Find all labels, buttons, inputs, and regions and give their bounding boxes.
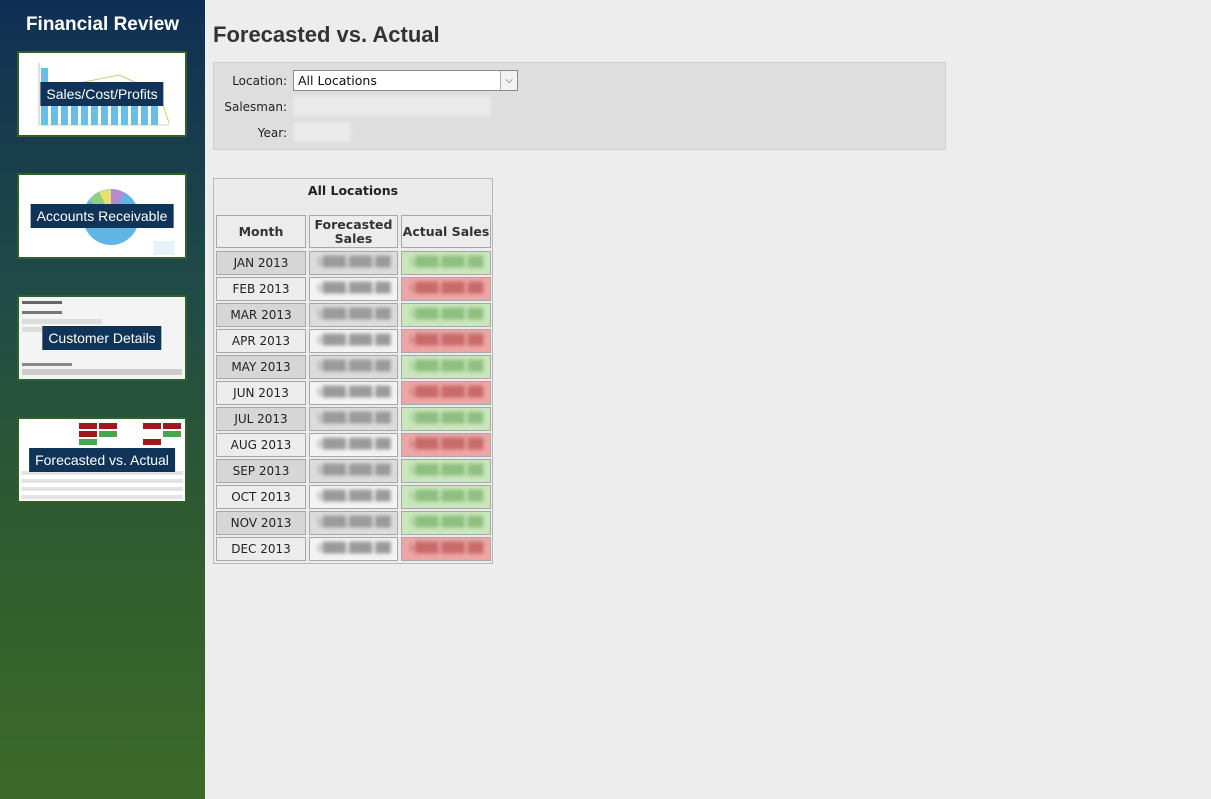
redacted-value: $███,███.██ [408,361,484,372]
redacted-value: $███,███.██ [408,257,484,268]
redacted-value: $███,███.██ [316,517,391,528]
redacted-value: $███,███.██ [316,257,391,268]
location-label: Location: [232,74,287,88]
redacted-value: $███,███.██ [408,543,484,554]
location-select-value: All Locations [298,73,377,88]
forecasted-cell-redacted: $███,███.██ [309,511,398,535]
actual-cell-over-forecast: $███,███.██ [401,459,491,483]
redacted-value: $███,███.██ [408,335,484,346]
month-cell: JUN 2013 [216,381,306,405]
forecasted-cell-redacted: $███,███.██ [309,459,398,483]
year-select[interactable] [293,122,351,142]
actual-cell-under-forecast: $███,███.██ [401,381,491,405]
redacted-value: $███,███.██ [316,309,391,320]
redacted-value: $███,███.██ [316,387,391,398]
redacted-value: $███,███.██ [408,387,484,398]
redacted-value: $███,███.██ [316,439,391,450]
redacted-value: $███,███.██ [408,309,484,320]
sidebar-item-customer-details[interactable]: Customer Details [17,295,187,381]
redacted-value: $███,███.██ [316,283,391,294]
forecasted-cell-redacted: $███,███.██ [309,303,398,327]
actual-cell-under-forecast: $███,███.██ [401,329,491,353]
salesman-label: Salesman: [224,100,287,114]
actual-cell-under-forecast: $███,███.██ [401,433,491,457]
redacted-value: $███,███.██ [316,543,391,554]
actual-cell-over-forecast: $███,███.██ [401,251,491,275]
sidebar-item-label: Customer Details [42,326,162,350]
actual-cell-over-forecast: $███,███.██ [401,407,491,431]
filter-panel: Location: All Locations ⌵ Salesman: Year… [213,62,946,150]
sidebar-item-sales-cost-profits[interactable]: Sales/Cost/Profits [17,51,187,137]
month-cell: NOV 2013 [216,511,306,535]
forecasted-cell-redacted: $███,███.██ [309,485,398,509]
sidebar-item-label: Sales/Cost/Profits [40,82,164,106]
forecasted-cell-redacted: $███,███.██ [309,355,398,379]
forecasted-cell-redacted: $███,███.██ [309,251,398,275]
sidebar-title: Financial Review [25,14,180,35]
page-title: Forecasted vs. Actual [213,22,440,47]
chevron-down-icon[interactable]: ⌵ [500,71,517,90]
location-select[interactable]: All Locations ⌵ [293,70,518,91]
month-cell: MAR 2013 [216,303,306,327]
forecasted-cell-redacted: $███,███.██ [309,329,398,353]
month-cell: SEP 2013 [216,459,306,483]
redacted-value: $███,███.██ [316,335,391,346]
actual-cell-over-forecast: $███,███.██ [401,485,491,509]
redacted-value: $███,███.██ [408,283,484,294]
actual-cell-over-forecast: $███,███.██ [401,303,491,327]
month-cell: MAY 2013 [216,355,306,379]
header-month: Month [216,215,306,248]
month-cell: DEC 2013 [216,537,306,561]
month-cell: JUL 2013 [216,407,306,431]
redacted-value: $███,███.██ [316,413,391,424]
sidebar: Financial Review Sales/Cost/Profits Acco… [0,0,205,799]
header-forecasted-sales: Forecasted Sales [309,215,398,248]
year-label: Year: [257,126,287,140]
redacted-value: $███,███.██ [408,465,484,476]
actual-cell-over-forecast: $███,███.██ [401,355,491,379]
table-subtitle-redacted [284,198,424,210]
month-cell: FEB 2013 [216,277,306,301]
redacted-value: $███,███.██ [408,517,484,528]
table-title: All Locations [307,183,399,198]
actual-cell-over-forecast: $███,███.██ [401,511,491,535]
sidebar-item-label: Forecasted vs. Actual [29,448,175,472]
actual-cell-under-forecast: $███,███.██ [401,277,491,301]
redacted-value: $███,███.██ [408,491,484,502]
month-cell: AUG 2013 [216,433,306,457]
redacted-value: $███,███.██ [316,465,391,476]
month-cell: OCT 2013 [216,485,306,509]
redacted-value: $███,███.██ [408,439,484,450]
sidebar-item-label: Accounts Receivable [30,204,174,228]
header-actual-sales: Actual Sales [401,215,491,248]
redacted-value: $███,███.██ [408,413,484,424]
forecast-table: All Locations Month Forecasted Sales Act… [213,178,493,564]
sidebar-item-forecasted-vs-actual[interactable]: Forecasted vs. Actual [17,417,187,503]
forecasted-cell-redacted: $███,███.██ [309,537,398,561]
sidebar-item-accounts-receivable[interactable]: Accounts Receivable [17,173,187,259]
month-cell: APR 2013 [216,329,306,353]
redacted-value: $███,███.██ [316,491,391,502]
forecasted-cell-redacted: $███,███.██ [309,433,398,457]
redacted-value: $███,███.██ [316,361,391,372]
forecasted-cell-redacted: $███,███.██ [309,277,398,301]
actual-cell-under-forecast: $███,███.██ [401,537,491,561]
month-cell: JAN 2013 [216,251,306,275]
salesman-select[interactable] [293,96,491,116]
forecasted-cell-redacted: $███,███.██ [309,407,398,431]
forecasted-cell-redacted: $███,███.██ [309,381,398,405]
